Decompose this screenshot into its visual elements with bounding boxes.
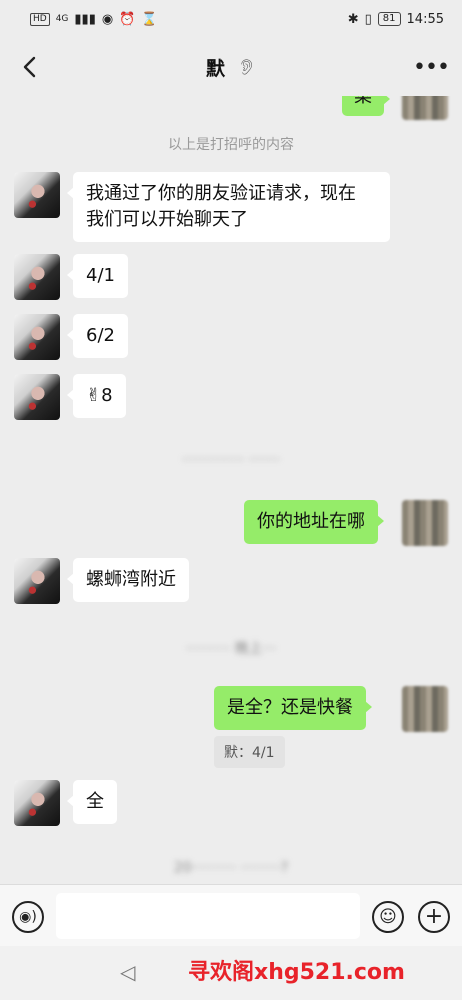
bluetooth-icon: ✱ (347, 11, 359, 27)
more-functions-button[interactable]: + (418, 901, 450, 933)
message-bubble-out[interactable]: 是全？还是快餐 (214, 686, 372, 730)
message-text: 4/1 (86, 265, 115, 286)
contact-avatar[interactable] (14, 780, 60, 826)
contact-avatar[interactable] (14, 172, 60, 218)
message-bubble-in[interactable]: 我通过了你的朋友验证请求，现在 我们可以开始聊天了 (67, 172, 390, 242)
timestamp-divider: ·············· ······· (182, 452, 280, 468)
quoted-message[interactable]: 默：4/1 (214, 736, 285, 768)
message-text: 我通过了你的朋友验证请求，现在 (86, 183, 356, 204)
message-text: 是全？还是快餐 (227, 697, 353, 718)
more-dots-icon: ••• (413, 54, 450, 80)
emoji-button[interactable]: ☺ (372, 901, 404, 933)
message-bubble-in[interactable]: 螺蛳湾附近 (67, 558, 189, 602)
message-text: 我们可以开始聊天了 (86, 209, 248, 230)
clock-time: 14:55 (406, 11, 444, 27)
message-bubble-out[interactable]: 你的地址在哪 (244, 500, 384, 544)
message-text: ✌8 (86, 385, 113, 406)
my-avatar[interactable] (402, 500, 448, 546)
message-bubble-out[interactable]: 菜 (342, 96, 390, 116)
message-bubble-in[interactable]: ✌8 (67, 374, 126, 418)
network-indicator: 4G (55, 14, 69, 24)
timestamp-divider: ·········· 晚上··· (185, 641, 277, 657)
message-input[interactable] (56, 893, 360, 939)
chat-area[interactable]: 菜 以上是打招呼的内容 我通过了你的朋友验证请求，现在 我们可以开始聊天了 4/… (0, 96, 462, 884)
chevron-left-icon (23, 56, 36, 78)
hourglass-icon: ⌛ (141, 11, 158, 27)
greeting-divider: 以上是打招呼的内容 (168, 137, 294, 153)
emoji-icon: ☺ (379, 907, 397, 927)
contact-avatar[interactable] (14, 374, 60, 420)
message-text: 你的地址在哪 (257, 511, 365, 532)
back-button[interactable] (14, 50, 44, 84)
message-bubble-in[interactable]: 4/1 (67, 254, 128, 298)
contact-avatar[interactable] (14, 558, 60, 604)
status-right: ✱ ▯ 81 14:55 (348, 12, 444, 27)
hd-indicator: HD (30, 12, 50, 26)
contact-avatar[interactable] (14, 314, 60, 360)
more-button[interactable]: ••• (413, 50, 450, 84)
message-bubble-in[interactable]: 全 (67, 780, 117, 824)
timestamp-divider: 20·········· ·········? (173, 860, 289, 876)
message-text: 全 (86, 791, 104, 812)
voice-button[interactable]: ◉) (12, 901, 44, 933)
contact-title: 默 (205, 57, 225, 80)
message-text: 6/2 (86, 325, 115, 346)
watermark-text: 寻欢阁xhg521.com (188, 960, 405, 985)
chat-header: 默 👂︎ ••• (0, 38, 462, 96)
ear-icon: 👂︎ (236, 58, 257, 76)
message-bubble-in[interactable]: 6/2 (67, 314, 128, 358)
alarm-icon: ⏰ (119, 11, 136, 27)
status-bar: HD 4G ▮▮▮ ◉ ⏰ ⌛ ✱ ▯ 81 14:55 (0, 0, 462, 38)
signal-icon: ▮▮▮ (74, 11, 96, 27)
nav-back-icon[interactable]: ◁ (120, 960, 135, 984)
voice-icon: ◉) (19, 909, 37, 925)
status-left: HD 4G ▮▮▮ ◉ ⏰ ⌛ (30, 12, 158, 27)
contact-avatar[interactable] (14, 254, 60, 300)
input-bar: ◉) ☺ + (0, 884, 462, 946)
my-avatar[interactable] (402, 686, 448, 732)
my-avatar[interactable] (402, 96, 448, 120)
plus-icon: + (424, 904, 444, 929)
battery-indicator: 81 (377, 12, 401, 26)
message-text: 螺蛳湾附近 (86, 569, 176, 590)
vibrate-icon: ▯ (364, 11, 372, 27)
eye-icon: ◉ (101, 11, 114, 27)
